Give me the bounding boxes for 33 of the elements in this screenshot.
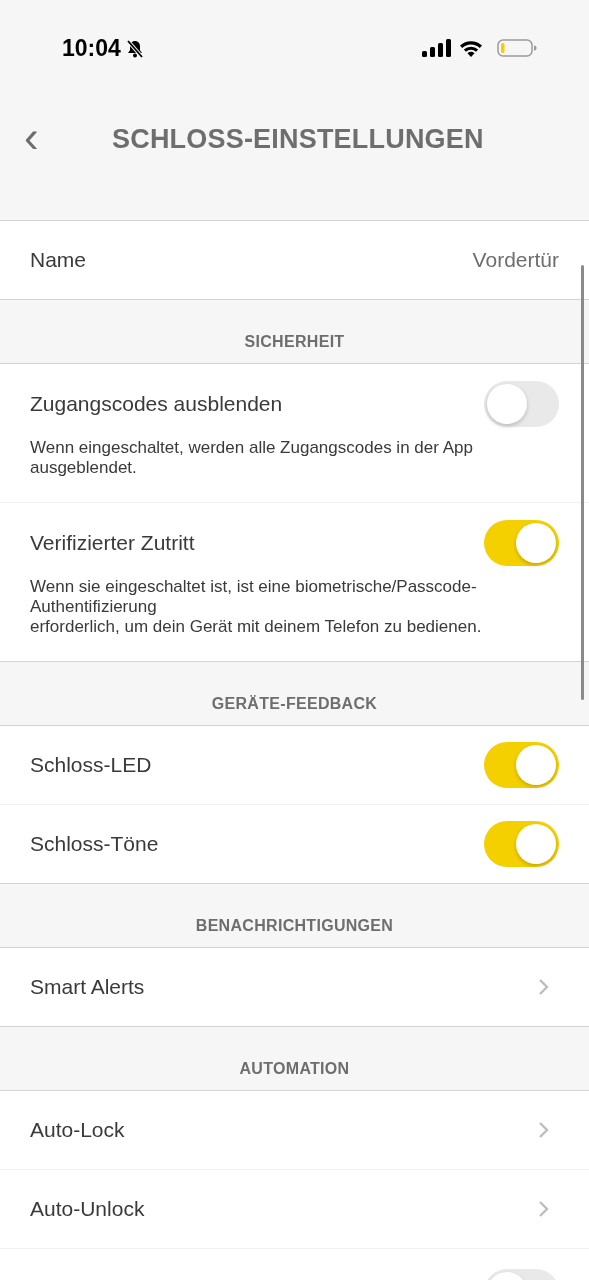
- battery-icon: [497, 37, 537, 58]
- chevron-right-icon: [538, 1121, 549, 1139]
- setting-label: Auto-Lock: [30, 1117, 125, 1144]
- section-header: GERÄTE-FEEDBACK: [211, 694, 378, 714]
- signal-icon: [422, 38, 451, 57]
- setting-label: Zugangscodes ausblenden: [30, 391, 283, 418]
- setting-value: Vordertür: [472, 247, 559, 274]
- settings-row[interactable]: Auto-Unlock: [0, 1169, 589, 1248]
- chevron-right-icon: [538, 978, 549, 996]
- toggle-switch[interactable]: [484, 520, 559, 566]
- scrollbar[interactable]: [581, 265, 584, 700]
- toggle-switch[interactable]: [484, 821, 559, 867]
- setting-label: Schloss-Töne: [30, 831, 159, 858]
- setting-label: Smart Alerts: [30, 974, 145, 1001]
- settings-row[interactable]: Auto-Lock: [0, 1091, 589, 1169]
- setting-description: Wenn sie eingeschaltet ist, ist eine biometrische/Passcode-Authentifizierung erforderlich, um dein Gerät mit deinem Telefon zu bedienen.: [30, 577, 483, 638]
- setting-description: Wenn eingeschaltet, werden alle Zugangscodes in der App ausgeblendet.: [30, 438, 474, 479]
- setting-label: Name: [30, 247, 87, 274]
- wifi-icon: [459, 38, 483, 57]
- settings-row[interactable]: Smart Alerts: [0, 948, 589, 1026]
- section-header: SICHERHEIT: [244, 332, 345, 352]
- status-time: 10:04: [62, 34, 121, 64]
- chevron-right-icon: [538, 1200, 549, 1218]
- name-row[interactable]: Name Vordertür: [0, 221, 589, 299]
- setting-label: Auto-Unlock: [30, 1196, 145, 1223]
- setting-label: Verifizierter Zutritt: [30, 530, 195, 557]
- back-button[interactable]: ‹: [24, 115, 39, 159]
- page-title: SCHLOSS-EINSTELLUNGEN: [112, 123, 484, 156]
- section-header: BENACHRICHTIGUNGEN: [195, 916, 394, 936]
- section-header: AUTOMATION: [239, 1059, 350, 1079]
- toggle-switch[interactable]: [484, 742, 559, 788]
- toggle-switch[interactable]: [484, 381, 559, 427]
- setting-label: Schloss-LED: [30, 752, 152, 779]
